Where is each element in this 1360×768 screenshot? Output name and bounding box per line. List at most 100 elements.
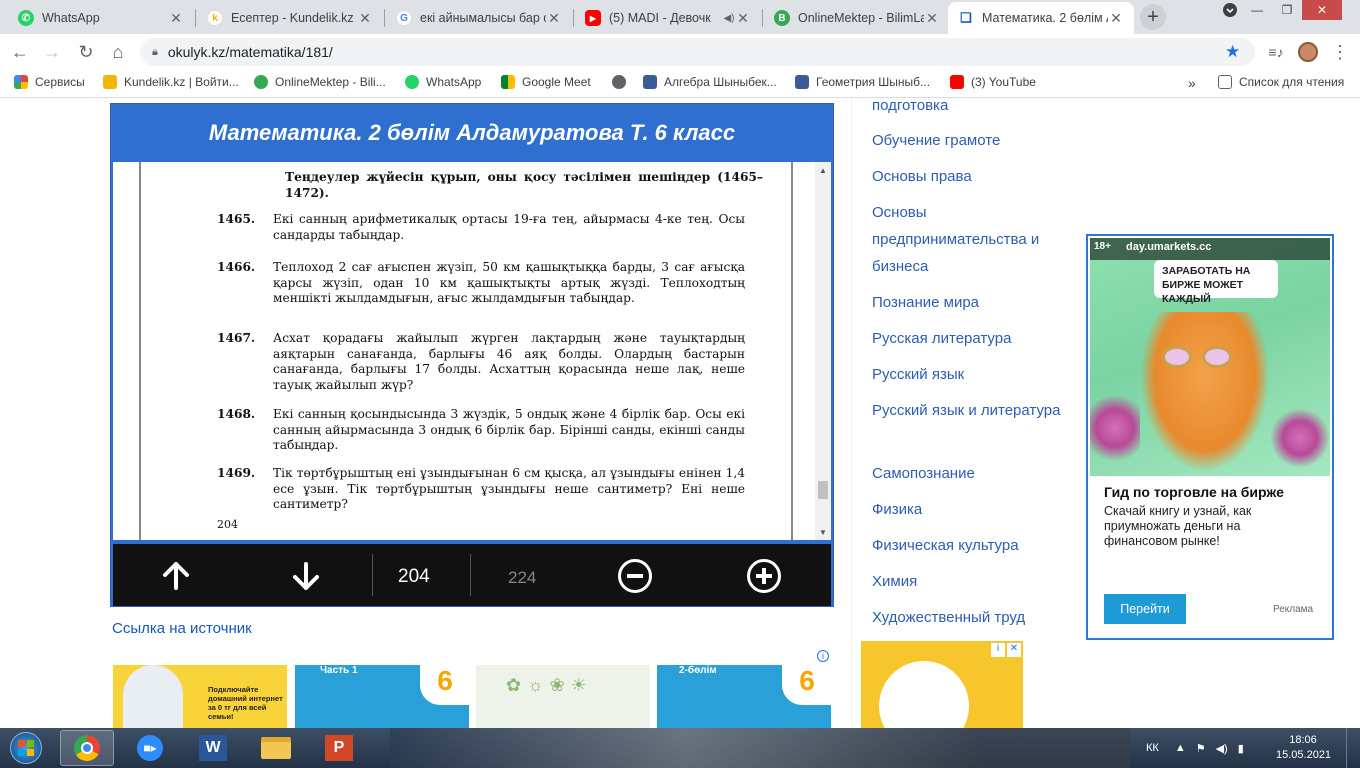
prev-page-button[interactable]	[156, 556, 196, 596]
taskbar-powerpoint[interactable]: P	[312, 730, 366, 766]
ad-banner-2[interactable]: i ✕	[861, 641, 1023, 728]
scroll-down-icon[interactable]: ▼	[815, 524, 831, 540]
zoom-out-button[interactable]	[615, 556, 655, 596]
sidebar-item[interactable]: Основы права	[872, 163, 1062, 190]
tab-google-search[interactable]: G екі айнымалысы бар с ✕	[386, 2, 572, 34]
forward-icon[interactable]: →	[40, 40, 64, 64]
sidebar-item[interactable]: Химия	[872, 568, 1062, 595]
book-thumbnail-2[interactable]: ✿☼❀☀	[476, 665, 650, 728]
bookmark-whatsapp[interactable]: WhatsApp	[405, 75, 481, 89]
ad-info-icon[interactable]: i	[817, 650, 829, 662]
youtube-icon	[950, 75, 964, 89]
show-desktop-button[interactable]	[1346, 728, 1360, 768]
sidebar-item[interactable]: Обучение грамоте	[872, 127, 1062, 154]
folder-icon	[261, 737, 291, 759]
start-button[interactable]	[2, 730, 50, 766]
viewer-scrollbar[interactable]: ▲ ▼	[815, 162, 831, 540]
ad-close-icon[interactable]: ✕	[1007, 643, 1021, 657]
media-control-icon[interactable]: ≡♪	[1264, 40, 1288, 64]
tab-whatsapp[interactable]: ✆ WhatsApp ✕	[8, 2, 194, 34]
sidebar-item[interactable]: Русский язык и литература	[872, 397, 1062, 424]
new-tab-button[interactable]: +	[1140, 4, 1166, 30]
scroll-thumb[interactable]	[818, 481, 828, 499]
flag-icon[interactable]: ⚑	[1196, 742, 1206, 755]
ad-info-icon[interactable]: i	[991, 643, 1005, 657]
next-page-button[interactable]	[286, 556, 326, 596]
viewer-control-bar: 204 224	[113, 544, 831, 606]
current-page-input[interactable]: 204	[398, 566, 430, 588]
bookmark-geometry[interactable]: Геометрия Шыныб...	[795, 75, 930, 89]
language-indicator[interactable]: КК	[1146, 742, 1159, 754]
tab-youtube[interactable]: ▶ (5) MADI - Девочк ◀) ✕	[575, 2, 761, 34]
bookmark-globe[interactable]	[612, 75, 633, 89]
bookmark-algebra[interactable]: Алгебра Шыныбек...	[643, 75, 777, 89]
close-icon[interactable]: ✕	[1108, 10, 1124, 27]
bookmark-kundelik[interactable]: Kundelik.kz | Войти...	[103, 75, 239, 89]
sunglasses-lens	[1202, 346, 1232, 368]
close-icon[interactable]: ✕	[546, 10, 562, 27]
ad-banner[interactable]: 18+ day.umarkets.cc ЗАРАБОТАТЬ НА БИРЖЕ …	[1086, 234, 1334, 640]
sidebar-item[interactable]: Русская литература	[872, 325, 1062, 352]
book-icon: ❏	[958, 10, 974, 26]
menu-icon[interactable]: ⋮	[1328, 40, 1352, 64]
avatar[interactable]	[1296, 40, 1320, 64]
restore-icon[interactable]: ❐	[1272, 0, 1302, 20]
book-thumbnail-3[interactable]: 2-бөлім 6	[657, 665, 831, 728]
minimize-icon[interactable]: —	[1242, 0, 1272, 20]
viewer-page-area[interactable]: Теңдеулер жүйесін құрып, оны қосу тәсілі…	[113, 162, 831, 540]
tab-kundelik[interactable]: k Есептер - Kundelik.kz ✕	[197, 2, 383, 34]
sidebar-item[interactable]: подготовка	[872, 98, 1062, 119]
show-hidden-icons-icon[interactable]: ▲	[1175, 742, 1186, 754]
window-controls: — ❐ ✕	[1218, 0, 1342, 34]
sidebar-item[interactable]: Познание мира	[872, 289, 1062, 316]
close-icon[interactable]: ✕	[357, 10, 373, 27]
reading-list-button[interactable]: Список для чтения	[1218, 75, 1344, 89]
bookmark-youtube[interactable]: (3) YouTube	[950, 75, 1036, 89]
close-window-icon[interactable]: ✕	[1302, 0, 1342, 20]
network-icon[interactable]: ▮	[1238, 742, 1244, 755]
sidebar-item[interactable]: Художественный труд	[872, 604, 1062, 631]
clock[interactable]: 18:06 15.05.2021	[1276, 733, 1332, 763]
tab-onlinemektep[interactable]: B OnlineMektep - BilimLa ✕	[764, 2, 950, 34]
close-icon[interactable]: ✕	[924, 10, 940, 27]
close-icon[interactable]: ✕	[735, 10, 751, 27]
zoom-in-button[interactable]	[744, 556, 784, 596]
zoom-icon: ■▸	[137, 735, 163, 761]
book-thumbnail-1[interactable]: Часть 1 6	[295, 665, 469, 728]
scroll-up-icon[interactable]: ▲	[815, 162, 831, 178]
speaker-icon[interactable]: ◀)	[723, 13, 735, 24]
address-bar[interactable]: 🔒︎ okulyk.kz/matematika/181/	[140, 38, 1255, 66]
bookmarks-overflow-button[interactable]: »	[1188, 75, 1196, 91]
home-icon[interactable]: ⌂	[106, 40, 130, 64]
taskbar-zoom[interactable]: ■▸	[123, 730, 177, 766]
bookmark-google-meet[interactable]: Google Meet	[501, 75, 591, 89]
volume-icon[interactable]: ◀)	[1216, 742, 1228, 755]
bookmark-star-icon[interactable]: ★	[1225, 42, 1240, 62]
back-icon[interactable]: ←	[8, 40, 32, 64]
clock-date: 15.05.2021	[1276, 749, 1332, 761]
sidebar-item[interactable]: Самопознание	[872, 460, 1062, 487]
close-icon[interactable]: ✕	[168, 10, 184, 27]
tab-title: WhatsApp	[42, 11, 100, 25]
sidebar-item[interactable]: Физика	[872, 496, 1062, 523]
globe-icon	[612, 75, 626, 89]
promo-thumbnail[interactable]: Подключайте домашний интернет за 0 тг дл…	[113, 665, 287, 728]
tab-title: екі айнымалысы бар с	[420, 11, 546, 25]
ad-go-button[interactable]: Перейти	[1104, 594, 1186, 624]
bookmark-services[interactable]: Сервисы	[14, 75, 85, 89]
reload-icon[interactable]: ↻	[74, 40, 98, 64]
whatsapp-icon	[405, 75, 419, 89]
bookmark-onlinemektep[interactable]: OnlineMektep - Bili...	[254, 75, 386, 89]
tab-search-icon[interactable]	[1218, 0, 1242, 20]
sidebar-item[interactable]: Физическая культура	[872, 532, 1062, 559]
kundelik-icon	[103, 75, 117, 89]
taskbar-word[interactable]: W	[186, 730, 240, 766]
browser-toolbar: ← → ↻ ⌂ 🔒︎ okulyk.kz/matematika/181/ ★ ≡…	[0, 34, 1360, 70]
source-link[interactable]: Ссылка на источник	[112, 620, 252, 637]
word-icon: W	[199, 735, 227, 761]
taskbar-chrome[interactable]	[60, 730, 114, 766]
taskbar-explorer[interactable]	[249, 730, 303, 766]
sidebar-item[interactable]: Основы предпринимательства и бизнеса	[872, 199, 1062, 280]
tab-matematika[interactable]: ❏ Математика. 2 бөлім А ✕	[948, 2, 1134, 34]
sidebar-item[interactable]: Русский язык	[872, 361, 1062, 388]
